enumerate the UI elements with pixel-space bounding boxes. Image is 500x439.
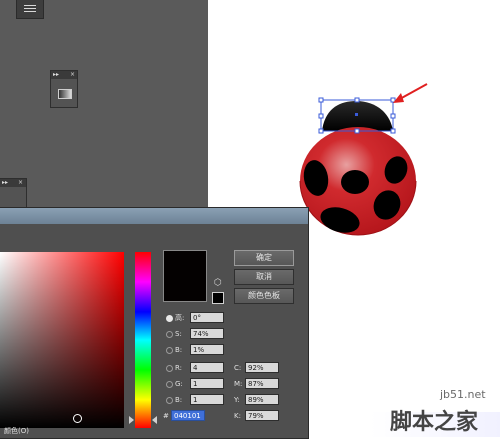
magenta-input[interactable]: 87%: [245, 378, 279, 389]
brightness-row: B: 1%: [166, 344, 236, 356]
brightness-radio[interactable]: [166, 347, 173, 354]
cyan-row: C: 92%: [234, 362, 294, 374]
magenta-label: M:: [234, 380, 243, 388]
red-row: R: 4: [166, 362, 236, 374]
hue-input[interactable]: 0°: [190, 312, 224, 323]
saturation-label: S:: [175, 330, 182, 338]
panel-expand-icon[interactable]: ▸▸: [53, 71, 59, 78]
color-field-cursor[interactable]: [73, 414, 82, 423]
yellow-input[interactable]: 89%: [245, 394, 279, 405]
close-icon[interactable]: ×: [70, 71, 75, 79]
red-label: R:: [175, 364, 183, 372]
green-label: G:: [175, 380, 183, 388]
panel-expand-icon[interactable]: ▸▸: [2, 179, 8, 186]
web-color-cube-icon[interactable]: ⬡: [214, 278, 222, 288]
yellow-row: Y: 89%: [234, 394, 294, 406]
new-color-preview: [163, 250, 207, 302]
panel-tab-bar[interactable]: ▸▸ ×: [51, 71, 77, 79]
color-picker-dialog[interactable]: ⬡ 确定 取消 颜色色板 高: 0° S: 74% B: 1% R: 4 G: …: [0, 207, 309, 439]
hue-slider-right-marker[interactable]: [152, 416, 157, 424]
saturation-radio[interactable]: [166, 331, 173, 338]
websafe-color-swatch[interactable]: [212, 292, 224, 304]
black-row: K: 79%: [234, 410, 294, 422]
site-watermark: jb51.net 脚本之家: [370, 382, 500, 437]
gradient-panel[interactable]: ▸▸ ×: [50, 70, 78, 108]
panel-menu-button[interactable]: [16, 0, 44, 19]
hue-radio[interactable]: [166, 315, 173, 322]
blue-row: B: 1: [166, 394, 236, 406]
close-icon[interactable]: ×: [18, 179, 23, 187]
hex-row: # 040101: [163, 410, 233, 422]
hex-input[interactable]: 040101: [171, 410, 205, 421]
blue-radio[interactable]: [166, 397, 173, 404]
hue-slider-left-marker[interactable]: [129, 416, 134, 424]
collapsed-panel[interactable]: ▸▸ ×: [0, 178, 27, 210]
yellow-label: Y:: [234, 396, 240, 404]
green-radio[interactable]: [166, 381, 173, 388]
hex-label: #: [163, 412, 169, 420]
dialog-titlebar[interactable]: [0, 208, 308, 224]
blue-input[interactable]: 1: [190, 394, 224, 405]
green-input[interactable]: 1: [190, 378, 224, 389]
brightness-label: B:: [175, 346, 183, 354]
watermark-url: jb51.net: [440, 388, 486, 401]
blue-label: B:: [175, 396, 183, 404]
red-radio[interactable]: [166, 365, 173, 372]
brightness-input[interactable]: 1%: [190, 344, 224, 355]
saturation-row: S: 74%: [166, 328, 236, 340]
black-label: K:: [234, 412, 241, 420]
red-input[interactable]: 4: [190, 362, 224, 373]
black-input[interactable]: 79%: [245, 410, 279, 421]
magenta-row: M: 87%: [234, 378, 294, 390]
hue-slider[interactable]: [135, 252, 151, 428]
ok-button[interactable]: 确定: [234, 250, 294, 266]
panel-tab-bar[interactable]: ▸▸ ×: [0, 179, 26, 187]
green-row: G: 1: [166, 378, 236, 390]
gradient-swatch-icon[interactable]: [58, 89, 72, 99]
watermark-logo-text: 脚本之家: [390, 410, 479, 435]
cyan-input[interactable]: 92%: [245, 362, 279, 373]
hue-row: 高: 0°: [166, 312, 236, 324]
saturation-input[interactable]: 74%: [190, 328, 224, 339]
only-web-colors-checkbox[interactable]: 颜色(O): [4, 426, 29, 436]
hue-label: 高:: [175, 314, 185, 322]
saturation-brightness-field[interactable]: [0, 252, 124, 428]
cyan-label: C:: [234, 364, 242, 372]
color-swatches-button[interactable]: 颜色色板: [234, 288, 294, 304]
color-mode-label: 颜色(O): [4, 427, 29, 435]
cancel-button[interactable]: 取消: [234, 269, 294, 285]
